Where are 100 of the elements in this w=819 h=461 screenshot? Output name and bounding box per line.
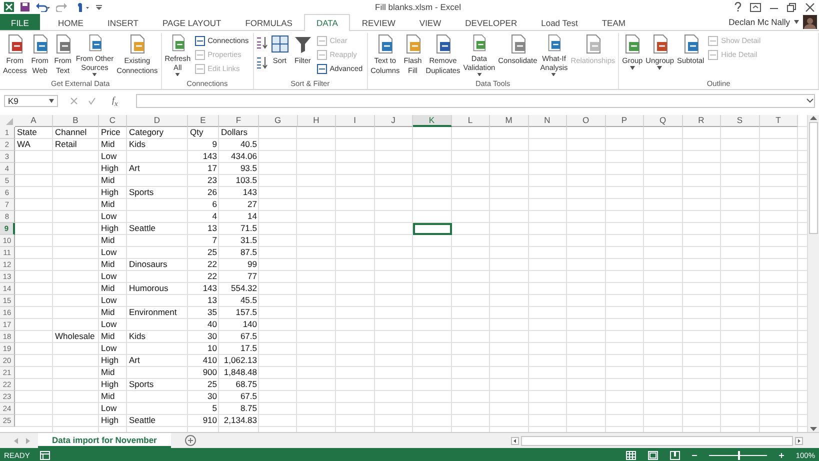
help-icon[interactable] — [734, 2, 742, 12]
column-header[interactable]: L — [452, 115, 490, 127]
table-cell-text: 77 — [246, 271, 258, 283]
macro-recording-icon[interactable] — [40, 451, 50, 460]
table-cell-text: 68.75 — [234, 379, 258, 391]
column-header[interactable]: F — [219, 115, 259, 127]
table-cell-text: Humorous — [128, 283, 170, 295]
save-icon[interactable] — [20, 2, 30, 12]
ribbon-tab[interactable]: FORMULAS — [233, 14, 304, 30]
undo-icon[interactable] — [36, 2, 50, 12]
horizontal-scrollbar[interactable] — [521, 436, 793, 446]
table-cell-text: High — [100, 187, 120, 199]
column-header[interactable]: S — [721, 115, 760, 127]
caret-icon — [630, 66, 635, 70]
table-cell-text: 67.5 — [239, 391, 258, 403]
column-header[interactable]: T — [760, 115, 798, 127]
table-cell-text: Low — [100, 295, 118, 307]
ribbon-display-icon[interactable] — [750, 2, 761, 12]
ribbon-tab[interactable]: INSERT — [95, 14, 150, 30]
ribbon-tab[interactable]: Load Test — [529, 14, 590, 30]
vertical-scrollbar[interactable] — [807, 115, 819, 432]
table-cell-text: 554.32 — [230, 283, 258, 295]
ribbon-tab[interactable]: HOME — [46, 14, 96, 30]
restore-icon[interactable] — [787, 2, 797, 12]
column-header[interactable]: N — [528, 115, 567, 127]
table-cell-text: 22 — [206, 259, 218, 271]
table-cell-text: Channel — [54, 127, 88, 139]
table-cell-text: High — [100, 415, 120, 427]
caret-icon — [175, 72, 180, 76]
sort-ascending-icon[interactable] — [256, 37, 268, 49]
table-cell-text: 143 — [242, 187, 258, 199]
ribbon-tab[interactable]: TEAM — [590, 14, 638, 30]
column-header[interactable]: D — [127, 115, 188, 127]
table-cell-text: 45.5 — [239, 295, 258, 307]
slider-thumb[interactable] — [738, 451, 740, 460]
filter-icon — [292, 34, 313, 54]
table-cell-text: 143 — [202, 283, 218, 295]
ribbon-tab[interactable]: DATA — [304, 14, 350, 31]
insert-function-button[interactable]: f$_{x}$ — [106, 94, 124, 108]
column-header[interactable]: Q — [644, 115, 682, 127]
close-icon[interactable] — [805, 2, 815, 12]
caret-icon — [476, 72, 482, 76]
caret-icon — [657, 66, 662, 70]
table-cell-text: Sports — [128, 379, 155, 391]
table-cell-text: Low — [100, 247, 118, 259]
column-header[interactable]: M — [490, 115, 528, 127]
column-header[interactable]: P — [606, 115, 644, 127]
table-cell-text: 27 — [246, 199, 258, 211]
table-cell-text: 67.5 — [239, 331, 258, 343]
zoom-in-icon[interactable] — [778, 453, 784, 458]
table-cell-text: 14 — [246, 211, 258, 223]
table-cell-text: 7 — [211, 235, 218, 247]
ribbon-tab[interactable]: PAGE LAYOUT — [150, 14, 234, 30]
column-header[interactable]: C — [99, 115, 127, 127]
name-box[interactable]: K9 — [4, 95, 58, 107]
table-cell-text: 434.06 — [230, 151, 258, 163]
scroll-right-icon[interactable] — [795, 436, 803, 444]
table-cell-text: Mid — [100, 139, 116, 151]
column-header[interactable]: R — [682, 115, 721, 127]
column-header[interactable]: A — [15, 115, 53, 127]
table-cell-text: 157.5 — [234, 307, 258, 319]
customize-toolbar-icon[interactable] — [96, 3, 102, 11]
table-cell-text: WA — [16, 139, 32, 151]
table-cell-text: Art — [128, 163, 141, 175]
scroll-up-icon[interactable] — [810, 115, 817, 120]
column-header[interactable]: H — [298, 115, 336, 127]
table-cell-text: Mid — [100, 175, 116, 187]
column-header[interactable]: K — [413, 115, 452, 127]
scroll-left-icon[interactable] — [511, 436, 519, 444]
column-header[interactable]: G — [259, 115, 298, 127]
table-cell-text: Retail — [54, 139, 78, 151]
expand-icon[interactable] — [806, 98, 814, 104]
table-cell-text: Mid — [100, 283, 116, 295]
column-header[interactable]: I — [336, 115, 374, 127]
page-break-icon[interactable] — [670, 451, 680, 460]
table-cell-text: 910 — [202, 415, 218, 427]
sort-descending-icon[interactable] — [256, 57, 268, 69]
normal-view-icon[interactable] — [626, 451, 636, 460]
column-header[interactable]: J — [374, 115, 413, 127]
table-cell-text: Mid — [100, 367, 116, 379]
caret-icon — [551, 72, 556, 76]
add-sheet-icon[interactable] — [184, 435, 196, 446]
column-header[interactable]: B — [53, 115, 99, 127]
ribbon-tab[interactable]: VIEW — [407, 14, 454, 30]
table-cell-text: 30 — [206, 391, 218, 403]
caret-icon[interactable] — [794, 20, 799, 24]
sheet-tab[interactable]: Data import for November — [38, 433, 171, 448]
table-cell-text: Low — [100, 211, 118, 223]
caret-icon — [92, 72, 98, 76]
table-cell-text: 143 — [202, 151, 218, 163]
column-header[interactable]: O — [567, 115, 606, 127]
formula-field[interactable] — [136, 94, 815, 108]
ribbon-tab[interactable]: REVIEW — [350, 14, 408, 30]
file-tab[interactable]: FILE — [0, 14, 40, 30]
selected-cell[interactable] — [413, 223, 452, 235]
ribbon-tab[interactable]: DEVELOPER — [453, 14, 530, 30]
page-layout-icon[interactable] — [648, 451, 658, 460]
touch-mode-icon[interactable] — [76, 2, 90, 12]
column-header[interactable]: E — [188, 115, 219, 127]
table-cell-text: 99 — [246, 259, 258, 271]
